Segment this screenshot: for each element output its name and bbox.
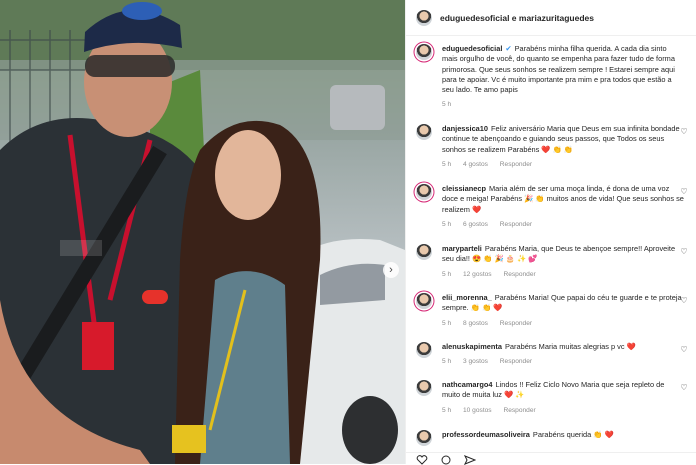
post-photo[interactable]: › (0, 0, 405, 464)
comment-likes[interactable]: 3 gostos (463, 358, 488, 365)
post-header: eduguedesoficial e mariazuritaguedes (406, 0, 696, 36)
photo-scene (0, 0, 405, 464)
photo-cap-logo (122, 2, 162, 20)
chevron-right-icon: › (389, 263, 393, 276)
comment-time: 5 h (442, 160, 452, 168)
photo-sponsor-boss (60, 240, 102, 256)
photo-trees (0, 0, 405, 70)
comment-time: 5 h (442, 358, 452, 366)
comment-body: danjessica10 Feliz aniversário Maria que … (442, 124, 684, 170)
comment-reply-button[interactable]: Responder (503, 407, 535, 414)
comment-time: 5 h (442, 220, 452, 228)
post-actions-bar (406, 452, 696, 465)
comment-username[interactable]: maryparteli (442, 244, 482, 253)
photo-sunglasses (85, 55, 175, 77)
commenter-avatar[interactable] (416, 293, 432, 309)
comment-text: Parabéns Maria muitas alegrias p vc ❤️ (504, 342, 636, 351)
comment-username[interactable]: cleissianecp (442, 184, 486, 193)
comment-body: elii_morenna_ Parabéns Maria! Que papai d… (442, 293, 684, 329)
like-comment-heart-icon[interactable]: ♡ (680, 297, 688, 305)
commenter-avatar[interactable] (416, 430, 432, 446)
comment-body: maryparteli Parabéns Maria, que Deus te a… (442, 244, 684, 280)
comment-body: eduguedesoficial ✔ Parabéns minha filha qu… (442, 44, 684, 111)
comment-time: 5 h (442, 101, 452, 109)
comment-likes[interactable]: 4 gostos (463, 161, 488, 168)
like-comment-heart-icon[interactable]: ♡ (680, 384, 688, 392)
comment-body: professordeumasoliveira Parabéns querida … (442, 430, 684, 440)
comment-likes[interactable]: 6 gostos (463, 221, 488, 228)
photo-car-wheel (342, 396, 398, 464)
comment-reply-button[interactable]: Responder (500, 221, 532, 228)
commenter-avatar[interactable] (416, 342, 432, 358)
photo-woman-face (215, 130, 281, 220)
comment-reply-button[interactable]: Responder (500, 320, 532, 327)
comment-body: nathcamargo4 Lindos !! Feliz Ciclo Novo M… (442, 380, 684, 416)
comment-likes[interactable]: 8 gostos (463, 320, 488, 327)
comment-reply-button[interactable]: Responder (503, 271, 535, 278)
comment-username[interactable]: elii_morenna_ (442, 293, 492, 302)
comment-reply-button[interactable]: Responder (500, 161, 532, 168)
commenter-avatar[interactable] (416, 124, 432, 140)
commenter-avatar[interactable] (416, 44, 432, 60)
comment-reply-button[interactable]: Responder (500, 358, 532, 365)
commenter-avatar[interactable] (416, 184, 432, 200)
comment-username[interactable]: nathcamargo4 (442, 380, 493, 389)
photo-far-car (330, 85, 385, 130)
post-panel: eduguedesoficial e mariazuritaguedes edu… (405, 0, 696, 465)
comment-text: Parabéns querida 👏 ❤️ (532, 430, 614, 439)
photo-woman-top (200, 271, 290, 464)
comment-time: 5 h (442, 406, 452, 414)
comment-time: 5 h (442, 270, 452, 278)
comment-likes[interactable]: 10 gostos (463, 407, 492, 414)
comment-likes[interactable]: 12 gostos (463, 271, 492, 278)
comment-username[interactable]: eduguedesoficial (442, 44, 502, 53)
like-comment-heart-icon[interactable]: ♡ (680, 188, 688, 196)
photo-badge (82, 322, 114, 370)
comment-username[interactable]: alenuskapimenta (442, 342, 502, 351)
comments-list[interactable]: eduguedesoficial ✔ Parabéns minha filha qu… (406, 36, 696, 452)
verified-badge-icon: ✔ (505, 44, 512, 53)
commenter-avatar[interactable] (416, 380, 432, 396)
comment-time: 5 h (442, 319, 452, 327)
comment-body: alenuskapimenta Parabéns Maria muitas ale… (442, 342, 684, 368)
author-avatar[interactable] (416, 9, 432, 26)
like-comment-heart-icon[interactable]: ♡ (680, 128, 688, 136)
commenter-avatar[interactable] (416, 244, 432, 260)
post-authors[interactable]: eduguedesoficial e mariazuritaguedes (440, 13, 594, 23)
comment-username[interactable]: professordeumasoliveira (442, 430, 530, 439)
carousel-next-button[interactable]: › (383, 262, 399, 278)
like-comment-heart-icon[interactable]: ♡ (680, 248, 688, 256)
comment-body: cleissianecp Maria além de ser uma moça l… (442, 184, 684, 230)
photo-woman-pass (172, 425, 206, 453)
photo-sponsor-kodiak (142, 290, 168, 304)
like-comment-heart-icon[interactable]: ♡ (680, 346, 688, 354)
comment-username[interactable]: danjessica10 (442, 124, 488, 133)
